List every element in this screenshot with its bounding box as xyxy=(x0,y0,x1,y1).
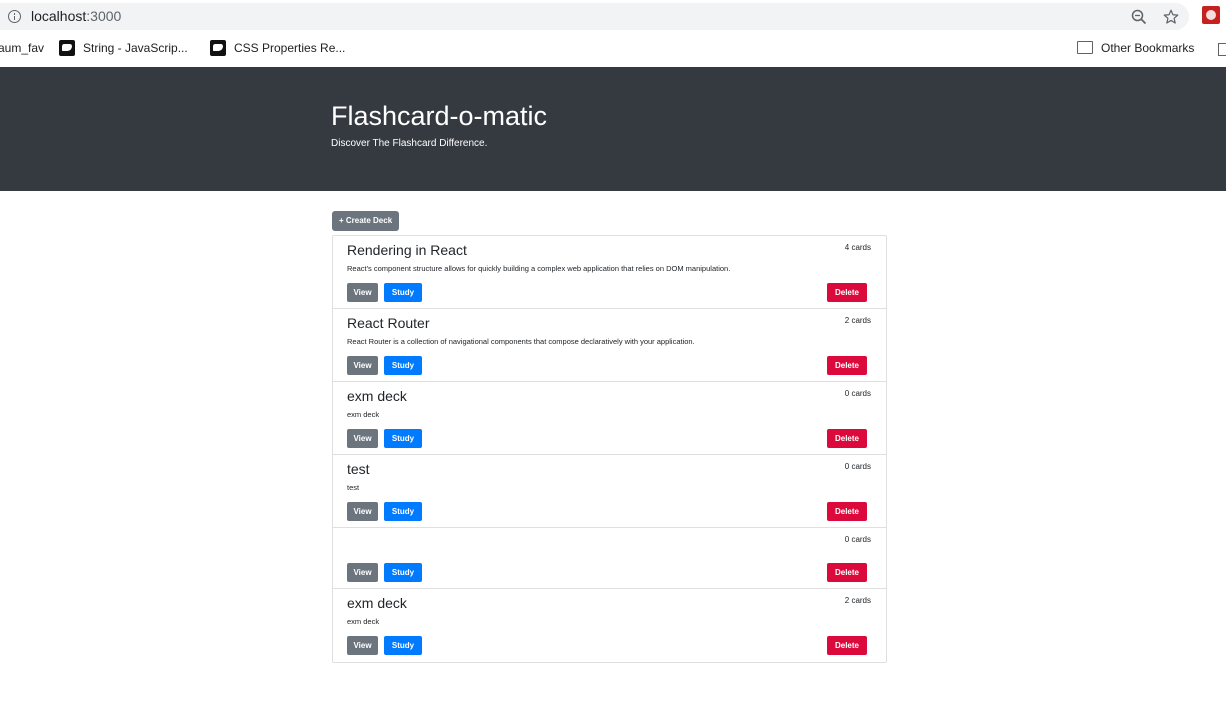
deck-description: exm deck xyxy=(347,617,380,626)
deck-name: test xyxy=(347,461,370,477)
delete-button[interactable]: Delete xyxy=(827,283,867,302)
bookmark-label: CSS Properties Re... xyxy=(234,41,346,55)
bookmark-favicon-icon xyxy=(210,40,226,56)
folder-icon xyxy=(1077,41,1093,54)
delete-button[interactable]: Delete xyxy=(827,429,867,448)
deck-description: exm deck xyxy=(347,410,380,419)
extension-icon[interactable] xyxy=(1202,6,1220,24)
delete-button[interactable]: Delete xyxy=(827,563,867,582)
deck-description: React's component structure allows for q… xyxy=(347,264,731,273)
deck-card-count: 2 cards xyxy=(844,596,871,605)
deck-card: exm deck 0 cards exm deck View Study Del… xyxy=(333,382,886,455)
bookmark-item[interactable]: String - JavaScrip... xyxy=(59,40,188,56)
reading-list-icon[interactable] xyxy=(1218,43,1226,56)
deck-name: exm deck xyxy=(347,595,407,611)
site-info-icon[interactable] xyxy=(8,10,21,23)
deck-description: test xyxy=(347,483,360,492)
bookmark-item[interactable]: CSS Properties Re... xyxy=(210,40,345,56)
deck-card: Rendering in React 4 cards React's compo… xyxy=(333,236,886,309)
view-button[interactable]: View xyxy=(347,283,378,302)
view-button[interactable]: View xyxy=(347,636,378,655)
zoom-icon[interactable] xyxy=(1131,9,1147,25)
page-title: Flashcard-o-matic xyxy=(331,101,548,131)
deck-card-count: 0 cards xyxy=(844,389,871,398)
url-host: localhost xyxy=(31,8,87,24)
address-bar[interactable]: localhost:3000 xyxy=(0,3,1189,30)
url-text[interactable]: localhost:3000 xyxy=(31,7,121,26)
deck-name: Rendering in React xyxy=(347,242,467,258)
view-button[interactable]: View xyxy=(347,356,378,375)
study-button[interactable]: Study xyxy=(384,429,422,448)
study-button[interactable]: Study xyxy=(384,356,422,375)
deck-card-count: 0 cards xyxy=(844,535,871,544)
deck-card-count: 0 cards xyxy=(844,462,871,471)
deck-card: test 0 cards test View Study Delete xyxy=(333,455,886,528)
delete-button[interactable]: Delete xyxy=(827,502,867,521)
view-button[interactable]: View xyxy=(347,429,378,448)
deck-card-count: 4 cards xyxy=(844,243,871,252)
deck-name: exm deck xyxy=(347,388,407,404)
deck-card: React Router 2 cards React Router is a c… xyxy=(333,309,886,382)
other-bookmarks-label: Other Bookmarks xyxy=(1101,41,1195,55)
deck-name: React Router xyxy=(347,315,430,331)
study-button[interactable]: Study xyxy=(384,636,422,655)
delete-button[interactable]: Delete xyxy=(827,356,867,375)
bookmark-label: String - JavaScrip... xyxy=(83,41,188,55)
deck-card: 0 cards View Study Delete xyxy=(333,528,886,589)
view-button[interactable]: View xyxy=(347,563,378,582)
create-deck-button[interactable]: + Create Deck xyxy=(332,211,400,231)
view-button[interactable]: View xyxy=(347,502,378,521)
deck-list: Rendering in React 4 cards React's compo… xyxy=(332,235,887,663)
page-subtitle: Discover The Flashcard Difference. xyxy=(331,138,488,149)
bookmark-star-icon[interactable] xyxy=(1162,8,1180,26)
study-button[interactable]: Study xyxy=(384,502,422,521)
study-button[interactable]: Study xyxy=(384,283,422,302)
deck-description: React Router is a collection of navigati… xyxy=(347,337,695,346)
deck-card-count: 2 cards xyxy=(844,316,871,325)
other-bookmarks[interactable]: Other Bookmarks xyxy=(1077,40,1194,56)
study-button[interactable]: Study xyxy=(384,563,422,582)
header-jumbotron: Flashcard-o-matic Discover The Flashcard… xyxy=(0,67,1226,191)
bookmarks-bar: aum_fav String - JavaScrip... CSS Proper… xyxy=(0,33,1226,67)
delete-button[interactable]: Delete xyxy=(827,636,867,655)
browser-toolbar: localhost:3000 xyxy=(0,0,1226,33)
bookmark-favicon-icon xyxy=(59,40,75,56)
deck-card: exm deck 2 cards exm deck View Study Del… xyxy=(333,589,886,662)
bookmark-item[interactable]: aum_fav xyxy=(0,40,44,56)
url-port: :3000 xyxy=(86,8,122,24)
